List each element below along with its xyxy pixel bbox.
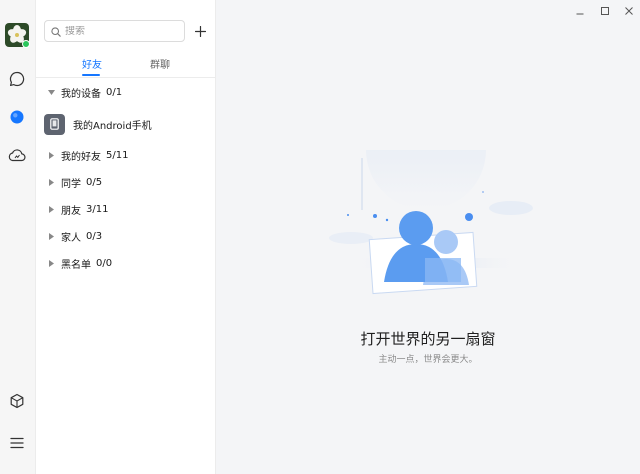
phone-icon — [44, 113, 65, 135]
group-count: 0/0 — [96, 257, 113, 269]
tab-bar: 好友 群聊 — [36, 52, 216, 78]
cube-icon[interactable] — [8, 392, 26, 410]
menu-icon[interactable] — [8, 434, 26, 452]
maximize-button[interactable] — [598, 2, 612, 16]
close-button[interactable] — [622, 2, 636, 16]
group-friends[interactable]: 朋友 3/11 — [36, 197, 216, 221]
group-label: 朋友 — [61, 205, 81, 217]
group-count: 0/5 — [86, 176, 103, 188]
online-status-dot — [22, 40, 30, 48]
maximize-icon — [601, 0, 609, 19]
empty-state-illustration — [329, 150, 533, 295]
search-input[interactable] — [65, 25, 175, 37]
main-area: 打开世界的另一扇窗 主动一点，世界会更大。 — [216, 0, 640, 474]
minimize-icon — [576, 0, 584, 19]
minimize-button[interactable] — [573, 2, 587, 16]
plus-icon — [194, 22, 206, 41]
group-my-friends[interactable]: 我的好友 5/11 — [36, 143, 216, 167]
contacts-icon[interactable] — [8, 108, 26, 126]
group-label: 同学 — [61, 178, 81, 190]
contact-panel: 好友 群聊 我的设备 0/1 我的Android手机 我的好友 5/11 同学 … — [36, 0, 216, 474]
tab-friends[interactable]: 好友 — [82, 56, 102, 71]
caret-right-icon — [47, 259, 55, 267]
device-item-android[interactable]: 我的Android手机 — [36, 110, 216, 138]
cloud-icon[interactable] — [8, 146, 26, 164]
caret-right-icon — [47, 178, 55, 186]
group-label: 黑名单 — [61, 259, 91, 271]
active-tab-indicator — [82, 74, 100, 76]
group-label: 家人 — [61, 232, 81, 244]
group-label: 我的好友 — [61, 151, 101, 163]
add-button[interactable] — [190, 21, 210, 41]
close-icon — [625, 0, 633, 19]
caret-down-icon — [47, 89, 55, 95]
group-count: 5/11 — [106, 149, 129, 161]
left-rail — [0, 0, 36, 474]
empty-state-subtitle: 主动一点，世界会更大。 — [378, 355, 478, 365]
device-label: 我的Android手机 — [73, 120, 152, 132]
caret-right-icon — [47, 232, 55, 240]
group-family[interactable]: 家人 0/3 — [36, 224, 216, 248]
group-count: 0/1 — [106, 86, 123, 98]
group-count: 3/11 — [86, 203, 109, 215]
tab-groups[interactable]: 群聊 — [150, 56, 170, 71]
caret-right-icon — [47, 151, 55, 159]
empty-state-title: 打开世界的另一扇窗 — [360, 330, 496, 348]
group-count: 0/3 — [86, 230, 103, 242]
group-classmates[interactable]: 同学 0/5 — [36, 170, 216, 194]
caret-right-icon — [47, 205, 55, 213]
search-icon — [51, 22, 61, 41]
search-box[interactable] — [44, 20, 185, 42]
message-icon[interactable] — [8, 70, 26, 88]
group-my-devices[interactable]: 我的设备 0/1 — [36, 80, 216, 104]
group-blacklist[interactable]: 黑名单 0/0 — [36, 251, 216, 275]
group-label: 我的设备 — [61, 88, 101, 100]
